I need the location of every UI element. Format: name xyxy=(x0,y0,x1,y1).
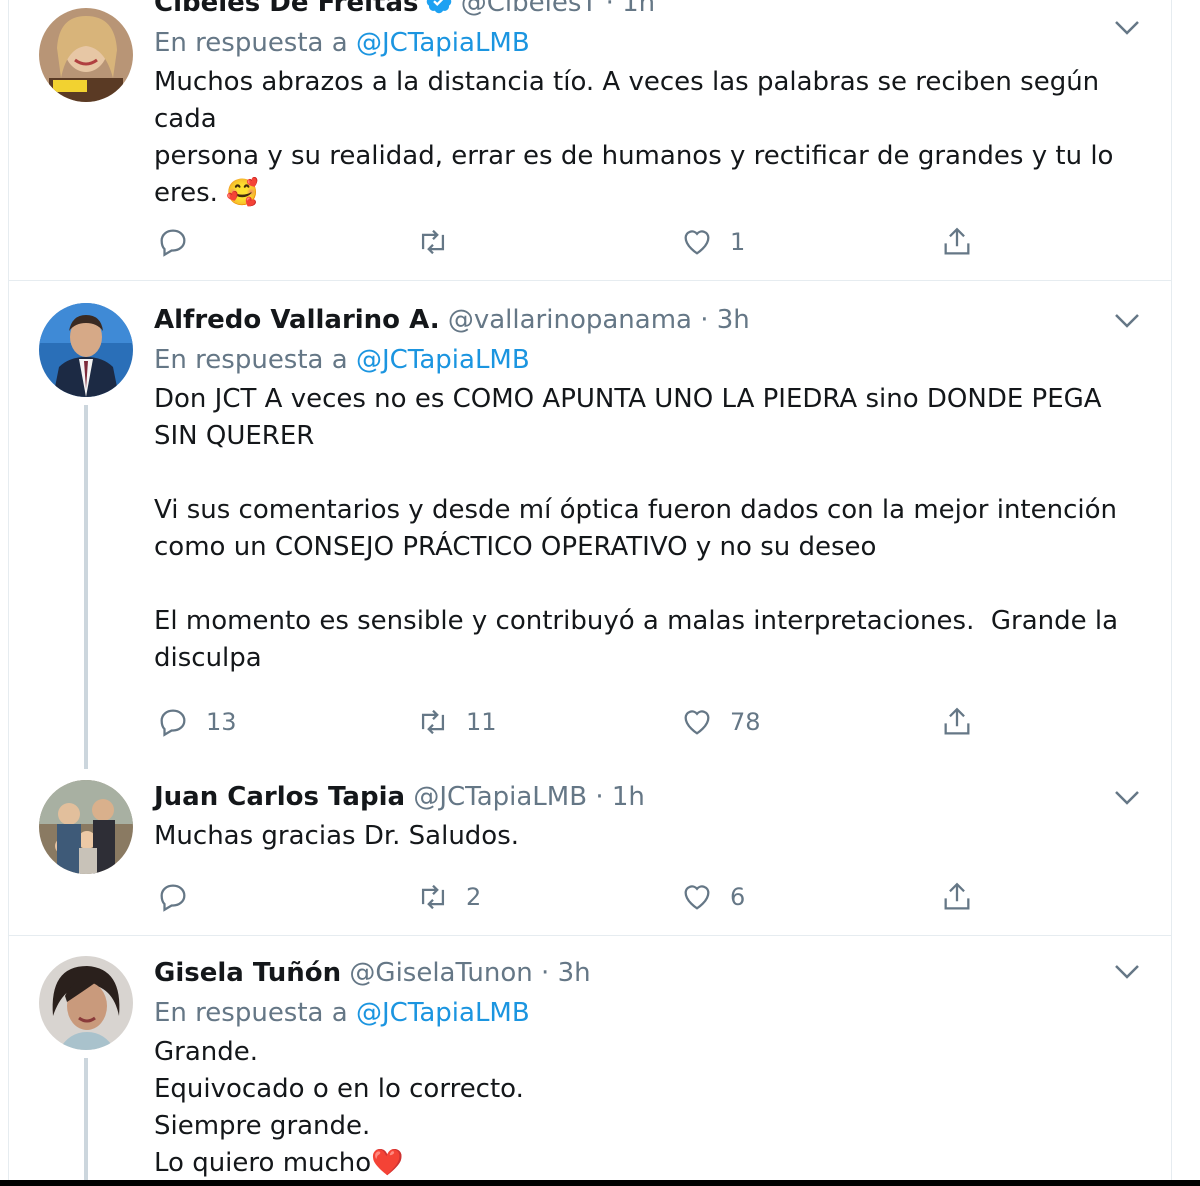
tweet-header: Gisela Tuñón @GiselaTunon · 3h xyxy=(154,956,1147,990)
share-icon xyxy=(944,882,970,910)
reply-mention-link[interactable]: @JCTapiaLMB xyxy=(356,345,530,375)
retweet-icon xyxy=(421,709,445,735)
timestamp[interactable]: 1h xyxy=(612,782,645,812)
timestamp[interactable]: 3h xyxy=(558,958,591,988)
retweet-count: 11 xyxy=(466,708,497,736)
avatar[interactable] xyxy=(39,8,133,102)
separator-dot: · xyxy=(700,305,709,335)
share-icon xyxy=(944,227,970,255)
tweet-text: Don JCT A veces no es COMO APUNTA UNO LA… xyxy=(154,384,1119,673)
timeline-column: Cibeles De Freitas @CibelesT · 1h En res… xyxy=(8,0,1172,1180)
tweet-vallarino[interactable]: Alfredo Vallarino A. @vallarinopanama · … xyxy=(9,281,1171,781)
like-button[interactable]: 78 xyxy=(680,702,761,742)
author-handle[interactable]: @GiselaTunon xyxy=(349,958,532,988)
chevron-down-icon[interactable] xyxy=(1113,788,1141,808)
tweet-jctapia[interactable]: Juan Carlos Tapia @JCTapiaLMB · 1h Mucha… xyxy=(9,770,1171,934)
reply-button[interactable] xyxy=(156,222,206,262)
tweet-text: Muchos abrazos a la distancia tío. A vec… xyxy=(154,67,1114,208)
tweet-actions: 13 11 78 xyxy=(154,702,974,742)
author-name[interactable]: Gisela Tuñón xyxy=(154,958,341,988)
separator-dot: · xyxy=(541,958,550,988)
chevron-down-icon[interactable] xyxy=(1113,311,1141,331)
share-icon xyxy=(944,707,970,735)
retweet-button[interactable]: 11 xyxy=(416,702,497,742)
author-handle[interactable]: @CibelesT xyxy=(461,0,598,18)
avatar[interactable] xyxy=(39,303,133,397)
reply-mention-link[interactable]: @JCTapiaLMB xyxy=(356,28,530,58)
reply-prefix: En respuesta a xyxy=(154,28,348,58)
reply-context: En respuesta a @JCTapiaLMB xyxy=(154,996,1147,1030)
like-button[interactable]: 1 xyxy=(680,222,745,262)
tweet-header: Cibeles De Freitas @CibelesT · 1h xyxy=(154,0,1147,24)
thread-connector xyxy=(84,1058,88,1180)
reply-button[interactable] xyxy=(156,877,206,917)
share-button[interactable] xyxy=(940,877,974,917)
retweet-icon xyxy=(421,884,445,910)
thread-connector xyxy=(84,405,88,769)
retweet-button[interactable]: 2 xyxy=(416,877,481,917)
chevron-down-icon[interactable] xyxy=(1113,18,1141,38)
timestamp[interactable]: 3h xyxy=(717,305,750,335)
tweet-text: Grande. Equivocado o en lo correcto. Sie… xyxy=(154,1037,524,1178)
retweet-count: 2 xyxy=(466,883,482,911)
reply-icon xyxy=(160,709,186,737)
retweet-icon xyxy=(421,229,445,255)
timestamp[interactable]: 1h xyxy=(622,0,655,18)
author-handle[interactable]: @vallarinopanama xyxy=(448,305,692,335)
separator-dot: · xyxy=(595,782,604,812)
avatar[interactable] xyxy=(39,956,133,1050)
reply-icon xyxy=(160,884,186,912)
tweet-header: Alfredo Vallarino A. @vallarinopanama · … xyxy=(154,303,1147,337)
tweet-actions: 1 xyxy=(154,222,974,262)
reply-button[interactable]: 13 xyxy=(156,702,237,742)
reply-icon xyxy=(160,229,186,257)
reply-context: En respuesta a @JCTapiaLMB xyxy=(154,343,1147,377)
reply-prefix: En respuesta a xyxy=(154,998,348,1028)
tweet-text: Muchas gracias Dr. Saludos. xyxy=(154,821,520,851)
author-name[interactable]: Juan Carlos Tapia xyxy=(154,782,405,812)
like-count: 1 xyxy=(730,228,746,256)
reply-count: 13 xyxy=(206,708,237,736)
share-button[interactable] xyxy=(940,702,974,742)
share-button[interactable] xyxy=(940,222,974,262)
retweet-button[interactable] xyxy=(416,222,466,262)
reply-prefix: En respuesta a xyxy=(154,345,348,375)
heart-icon xyxy=(684,710,710,735)
window-bottom-edge xyxy=(0,1180,1200,1186)
heart-icon xyxy=(684,885,710,910)
like-count: 6 xyxy=(730,883,746,911)
tweet-actions: 2 6 xyxy=(154,877,974,917)
chevron-down-icon[interactable] xyxy=(1113,962,1141,982)
tweet-gisela[interactable]: Gisela Tuñón @GiselaTunon · 3h En respue… xyxy=(9,936,1171,1180)
tweet-cibeles[interactable]: Cibeles De Freitas @CibelesT · 1h En res… xyxy=(9,0,1171,280)
separator-dot: · xyxy=(605,0,614,18)
like-count: 78 xyxy=(730,708,761,736)
tweet-header: Juan Carlos Tapia @JCTapiaLMB · 1h xyxy=(154,780,1147,814)
author-name[interactable]: Cibeles De Freitas xyxy=(154,0,419,18)
author-name[interactable]: Alfredo Vallarino A. xyxy=(154,305,440,335)
reply-mention-link[interactable]: @JCTapiaLMB xyxy=(356,998,530,1028)
avatar[interactable] xyxy=(39,780,133,874)
author-handle[interactable]: @JCTapiaLMB xyxy=(413,782,587,812)
heart-icon xyxy=(684,230,710,255)
like-button[interactable]: 6 xyxy=(680,877,745,917)
verified-badge-icon xyxy=(425,0,453,24)
reply-context: En respuesta a @JCTapiaLMB xyxy=(154,26,1147,60)
